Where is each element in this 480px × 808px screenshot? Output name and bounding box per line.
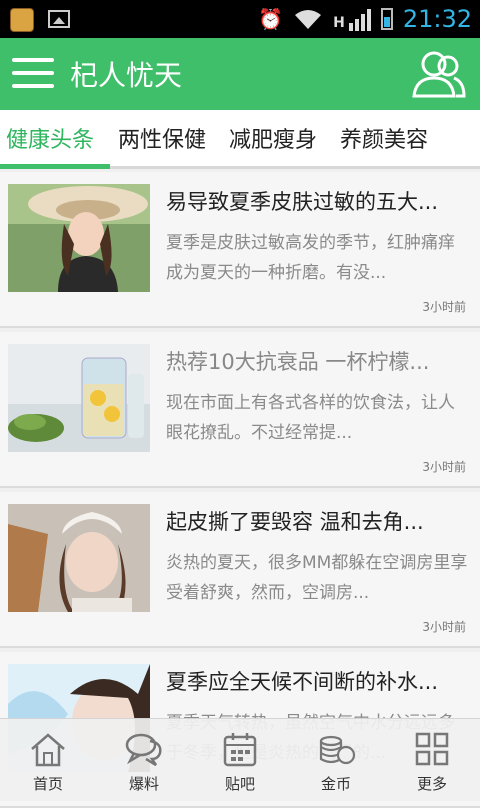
article-title: 易导致夏季皮肤过敏的五大... <box>166 190 439 214</box>
tab-weight-loss[interactable]: 减肥瘦身 <box>229 122 317 154</box>
alarm-icon: ⏰ <box>258 7 284 31</box>
article-thumbnail <box>8 184 150 292</box>
chat-bubbles-icon <box>125 733 162 767</box>
nav-reports[interactable]: 爆料 <box>96 719 192 801</box>
battery-icon <box>380 8 393 30</box>
bottom-navigation: 首页 爆料 贴吧 金币 更多 <box>0 718 480 801</box>
tab-health-headlines[interactable]: 健康头条 <box>6 122 94 154</box>
list-item[interactable]: 热荐10大抗衰品 一杯柠檬... 现在市面上有各式各样的饮食法，让人眼花撩乱。不… <box>0 332 480 488</box>
grid-icon <box>415 732 449 766</box>
system-icons: ⏰ H 21:32 <box>258 4 472 34</box>
signal-icon: H <box>333 7 371 31</box>
nav-home[interactable]: 首页 <box>0 719 96 801</box>
article-summary: 现在市面上有各式各样的饮食法，让人眼花撩乱。不过经常提... <box>166 393 455 443</box>
list-item[interactable]: 易导致夏季皮肤过敏的五大... 夏季是皮肤过敏高发的季节，红肿痛痒成为夏天的一种… <box>0 172 480 328</box>
wifi-icon <box>295 10 322 29</box>
article-summary: 夏季是皮肤过敏高发的季节，红肿痛痒成为夏天的一种折磨。有没... <box>166 233 455 283</box>
active-tab-indicator <box>0 164 110 169</box>
article-title: 起皮撕了要毁容 温和去角... <box>166 510 424 534</box>
nav-label: 金币 <box>320 775 351 793</box>
nav-forum[interactable]: 贴吧 <box>192 719 288 801</box>
nav-coins[interactable]: 金币 <box>288 719 384 801</box>
calendar-icon <box>223 733 257 767</box>
list-item[interactable]: 起皮撕了要毁容 温和去角... 炎热的夏天，很多MM都躲在空调房里享受着舒爽，然… <box>0 492 480 648</box>
nav-more[interactable]: 更多 <box>384 719 480 801</box>
nav-label: 贴吧 <box>224 775 255 793</box>
clock: 21:32 <box>402 5 472 33</box>
article-thumbnail <box>8 344 150 452</box>
nav-label: 更多 <box>416 775 447 793</box>
network-type-label: H <box>333 15 345 31</box>
notification-area <box>10 8 70 32</box>
article-time: 3小时前 <box>422 620 466 634</box>
home-icon <box>31 733 65 767</box>
category-tabs: 健康头条 两性保健 减肥瘦身 养颜美容 <box>0 110 480 166</box>
app-notification-icon <box>10 8 34 32</box>
app-bar: 杞人忧天 <box>0 38 480 110</box>
nav-label: 首页 <box>32 775 63 793</box>
article-title: 热荐10大抗衰品 一杯柠檬... <box>166 350 430 374</box>
tab-beauty[interactable]: 养颜美容 <box>340 122 428 154</box>
article-title: 夏季应全天候不间断的补水... <box>166 670 439 694</box>
tab-divider <box>110 166 480 169</box>
article-thumbnail <box>8 504 150 612</box>
tab-sexual-health[interactable]: 两性保健 <box>118 122 206 154</box>
article-time: 3小时前 <box>422 460 466 474</box>
user-icon[interactable] <box>410 48 466 100</box>
coins-icon <box>319 735 356 765</box>
app-title: 杞人忧天 <box>70 59 183 92</box>
article-summary: 炎热的夏天，很多MM都躲在空调房里享受着舒爽，然而，空调房... <box>166 553 468 603</box>
article-time: 3小时前 <box>422 300 466 314</box>
menu-icon[interactable] <box>12 58 54 90</box>
image-notification-icon <box>48 10 70 28</box>
nav-label: 爆料 <box>128 775 159 793</box>
status-bar: ⏰ H 21:32 <box>0 0 480 38</box>
